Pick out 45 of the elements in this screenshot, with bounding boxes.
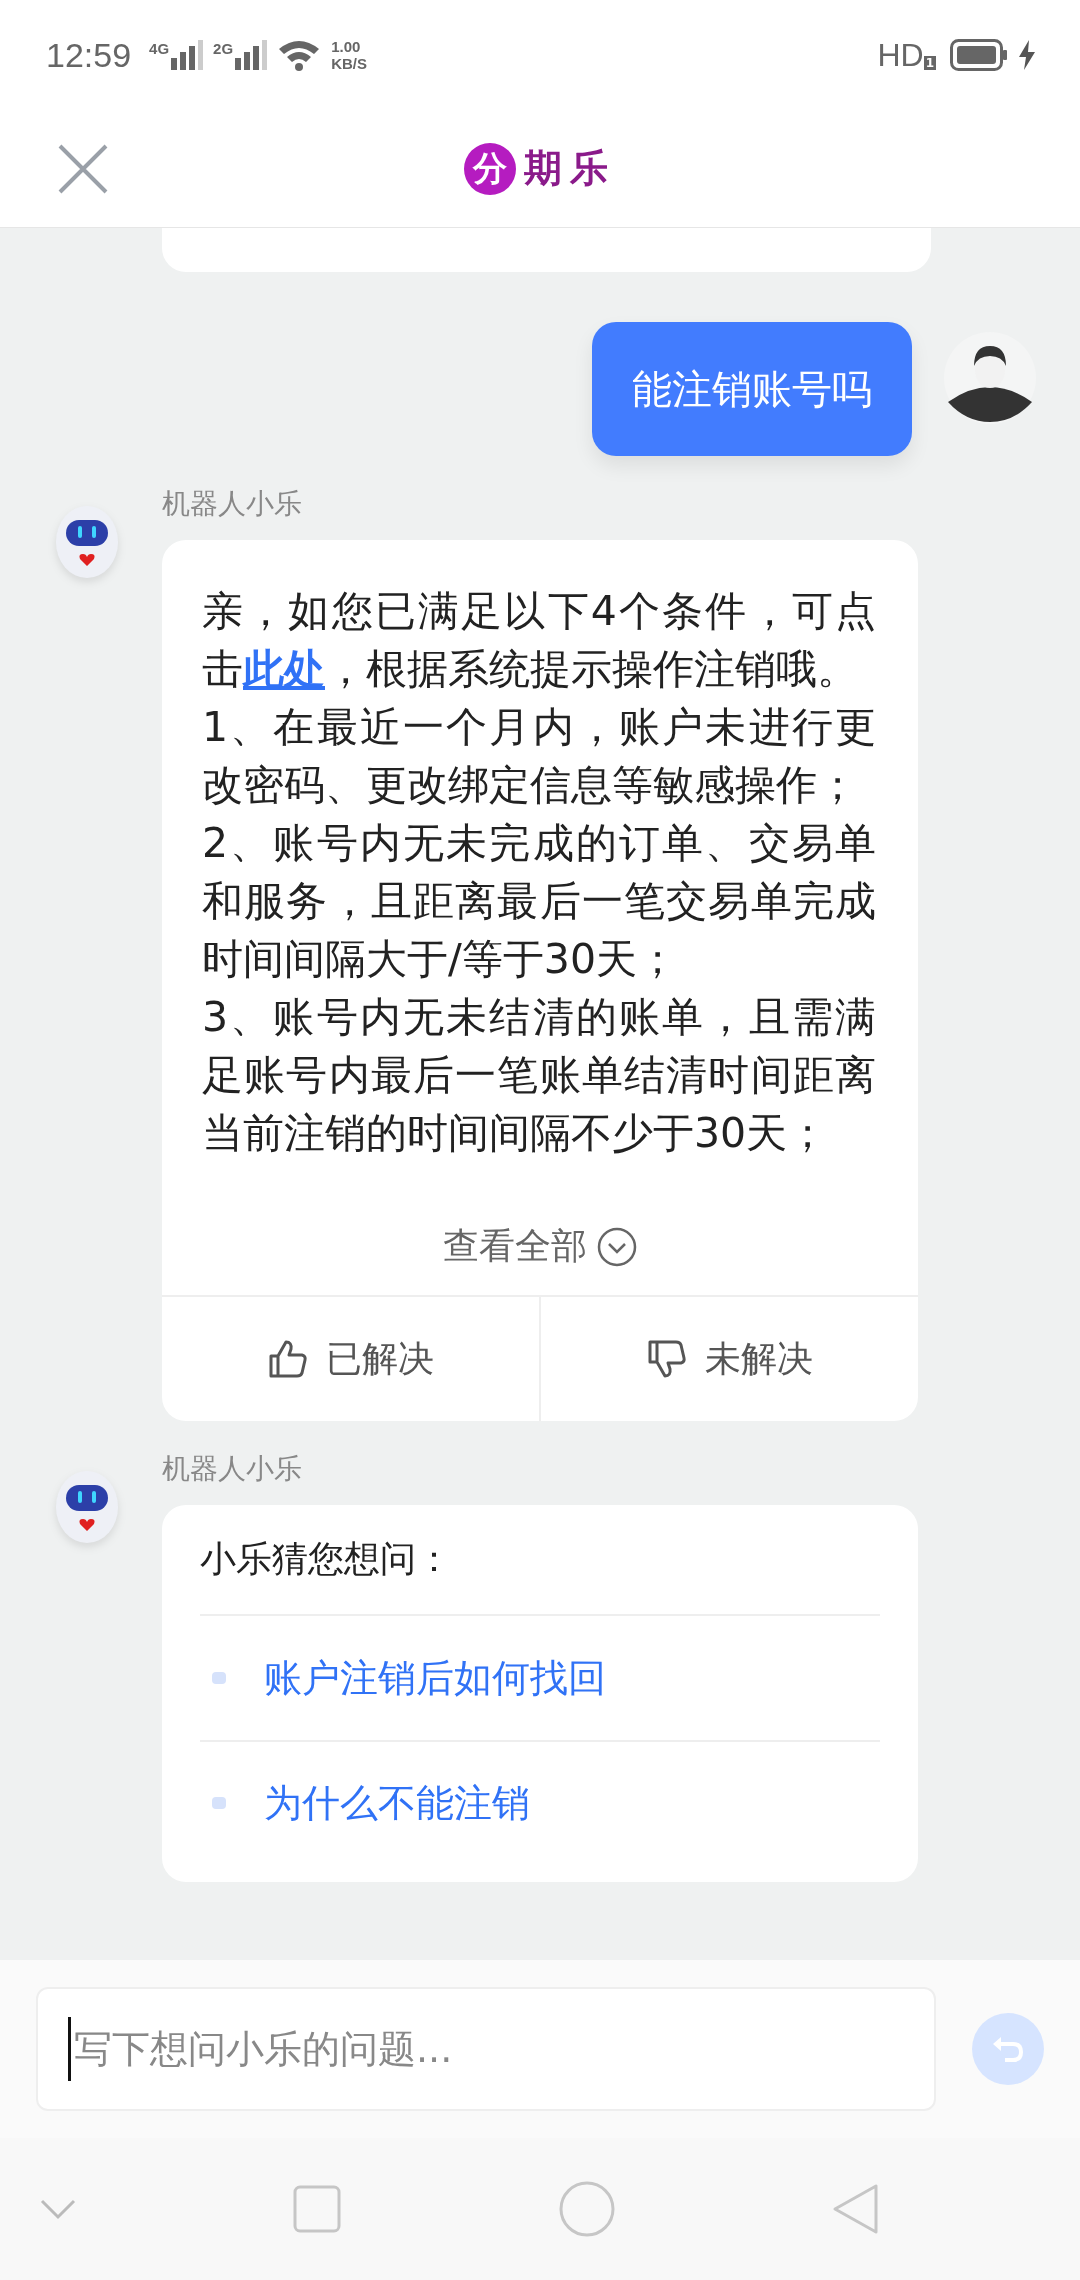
wifi-icon xyxy=(277,39,322,71)
thumbs-down-icon xyxy=(646,1339,687,1379)
square-icon xyxy=(293,2185,342,2233)
thumbs-up-icon xyxy=(267,1339,308,1379)
close-button[interactable] xyxy=(58,144,108,194)
speed-unit: KB/S xyxy=(331,55,367,72)
network-label: 4G xyxy=(149,40,170,57)
hd-sub-label: 1 xyxy=(923,55,936,70)
message-text: 亲，如您已满足以下4个条件，可点击此处，根据系统提示操作注销哦。 xyxy=(202,586,876,695)
sender-name: 机器人小乐 xyxy=(162,1451,303,1487)
message-text: 3、账号内无未结清的账单，且需满足账号内最后一笔账单结清时间距离当前注销的时间间隔不少于30天； xyxy=(202,992,876,1159)
close-icon xyxy=(58,144,108,194)
sender-name: 机器人小乐 xyxy=(162,486,303,522)
home-button[interactable] xyxy=(558,2181,615,2237)
bullet-icon xyxy=(212,1797,226,1809)
charging-icon xyxy=(1018,40,1036,70)
message-text: 2、账号内无未完成的订单、交易单和服务，且距离最后一笔交易单完成时间间隔大于/等于30天； xyxy=(202,818,876,985)
view-all-button[interactable]: 查看全部 xyxy=(443,1222,637,1271)
user-message-bubble: 能注销账号吗 xyxy=(592,322,912,456)
clock: 12:59 xyxy=(46,35,132,75)
question-input-field[interactable]: 写下想问小乐的问题... xyxy=(36,1987,936,2111)
chevron-down-icon xyxy=(40,2198,76,2220)
speed-value: 1.00 xyxy=(331,38,362,55)
back-button[interactable] xyxy=(832,2183,880,2235)
resolved-button[interactable]: 已解决 xyxy=(162,1297,539,1421)
app-logo-text: 期乐 xyxy=(524,145,616,192)
signal-icon xyxy=(171,40,204,70)
bullet-icon xyxy=(212,1672,226,1684)
hide-navigation-button[interactable] xyxy=(40,2198,76,2220)
circle-icon xyxy=(558,2181,615,2237)
triangle-icon xyxy=(832,2183,880,2235)
hd-label: HD xyxy=(877,36,924,74)
return-arrow-icon xyxy=(991,2034,1025,2064)
battery-icon xyxy=(950,39,1008,71)
chevron-down-icon xyxy=(597,1226,637,1267)
suggested-question-link[interactable]: 为什么不能注销 xyxy=(264,1777,530,1829)
logo-badge: 分 xyxy=(464,142,516,195)
link[interactable]: 此处 xyxy=(243,645,325,693)
signal-icon xyxy=(235,40,268,70)
recent-apps-button[interactable] xyxy=(293,2185,342,2233)
message-text: 1、在最近一个月内，账户未进行更改密码、更改绑定信息等敏感操作； xyxy=(202,702,876,811)
network-label: 2G xyxy=(213,40,234,57)
suggested-question-link[interactable]: 账户注销后如何找回 xyxy=(264,1652,606,1704)
suggestion-title: 小乐猜您想问： xyxy=(200,1535,880,1616)
unresolved-button[interactable]: 未解决 xyxy=(539,1297,918,1421)
